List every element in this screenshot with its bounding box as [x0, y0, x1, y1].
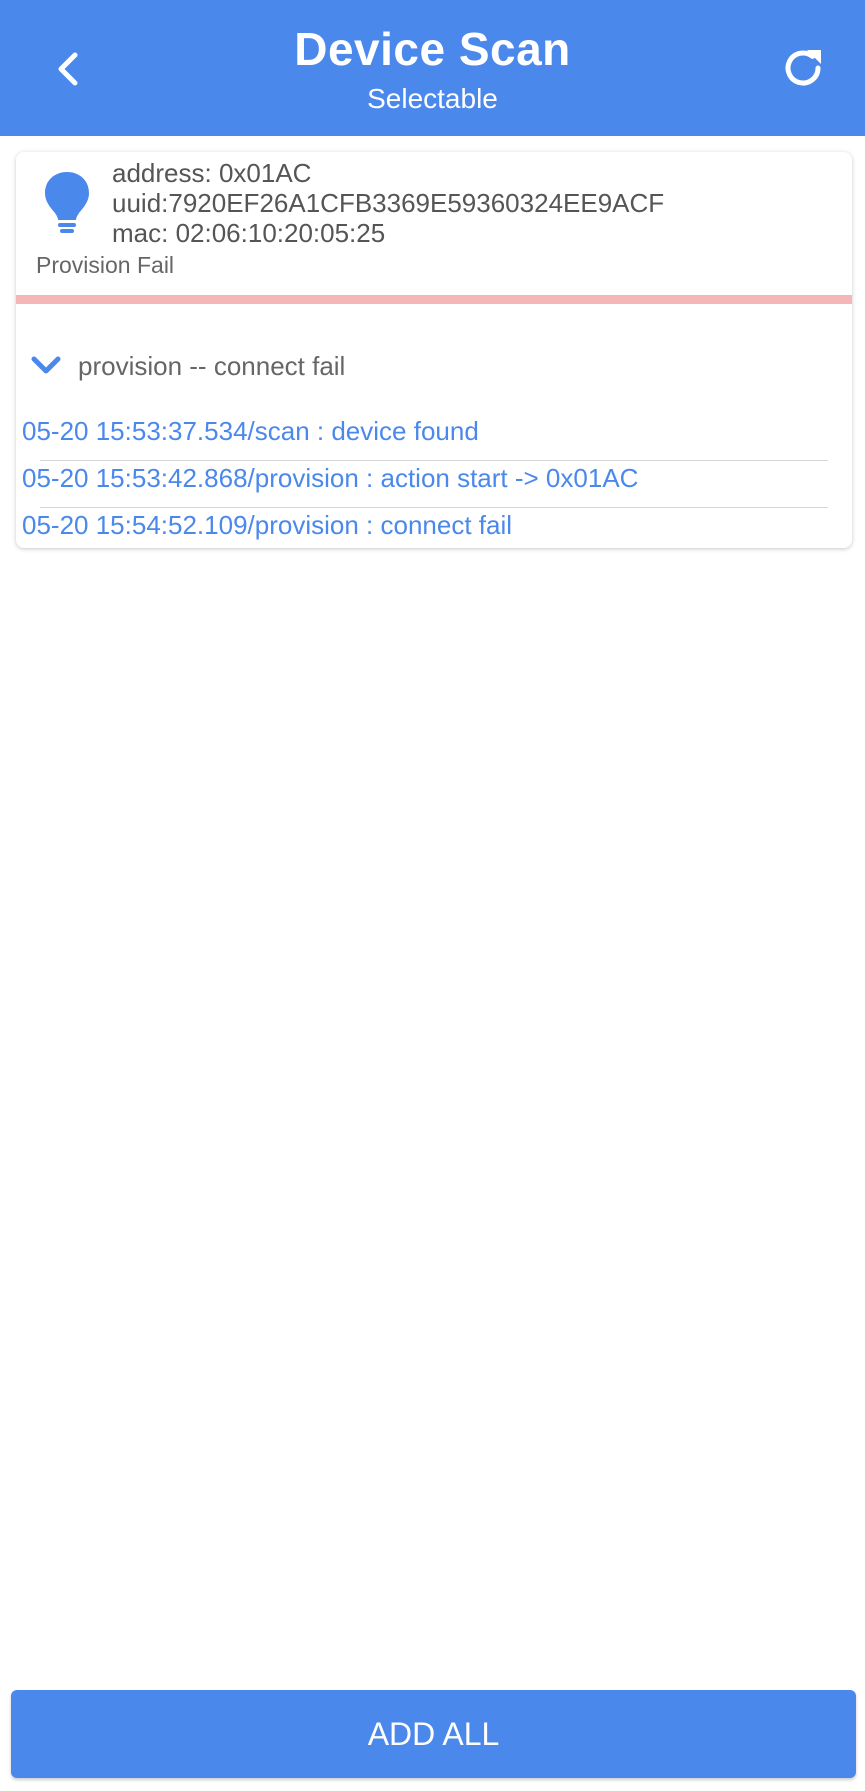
log-entry: 05-20 15:53:37.534/scan : device found [16, 414, 852, 461]
status-bar [16, 295, 852, 304]
device-uuid: uuid:7920EF26A1CFB3369E59360324EE9ACF [112, 188, 665, 218]
log-title: provision -- connect fail [78, 350, 346, 381]
refresh-button[interactable] [775, 40, 831, 96]
log-entry-text: 05-20 15:54:52.109/provision : connect f… [22, 510, 513, 540]
device-scan-screen: Device Scan Selectable address: 0x01AC u… [0, 0, 865, 1791]
device-mac: mac: 02:06:10:20:05:25 [112, 218, 386, 248]
app-bar: Device Scan Selectable [0, 0, 865, 136]
status-label: Provision Fail [36, 252, 175, 278]
log-toggle[interactable]: provision -- connect fail [30, 346, 345, 386]
page-subtitle: Selectable [367, 83, 498, 114]
log-entry-text: 05-20 15:53:42.868/provision : action st… [22, 463, 639, 493]
log-entry: 05-20 15:53:42.868/provision : action st… [16, 461, 852, 508]
refresh-icon [785, 50, 821, 86]
device-info: address: 0x01AC uuid:7920EF26A1CFB3369E5… [112, 158, 664, 248]
device-address: address: 0x01AC [112, 158, 312, 188]
chevron-down-icon [31, 356, 61, 374]
page-title: Device Scan [294, 23, 571, 75]
log-list: 05-20 15:53:37.534/scan : device found 0… [16, 414, 852, 548]
add-all-button[interactable]: ADD ALL [11, 1690, 856, 1778]
lightbulb-icon [45, 172, 89, 233]
device-card[interactable]: address: 0x01AC uuid:7920EF26A1CFB3369E5… [16, 152, 852, 548]
log-entry: 05-20 15:54:52.109/provision : connect f… [16, 508, 852, 548]
log-entry-text: 05-20 15:53:37.534/scan : device found [22, 416, 479, 446]
